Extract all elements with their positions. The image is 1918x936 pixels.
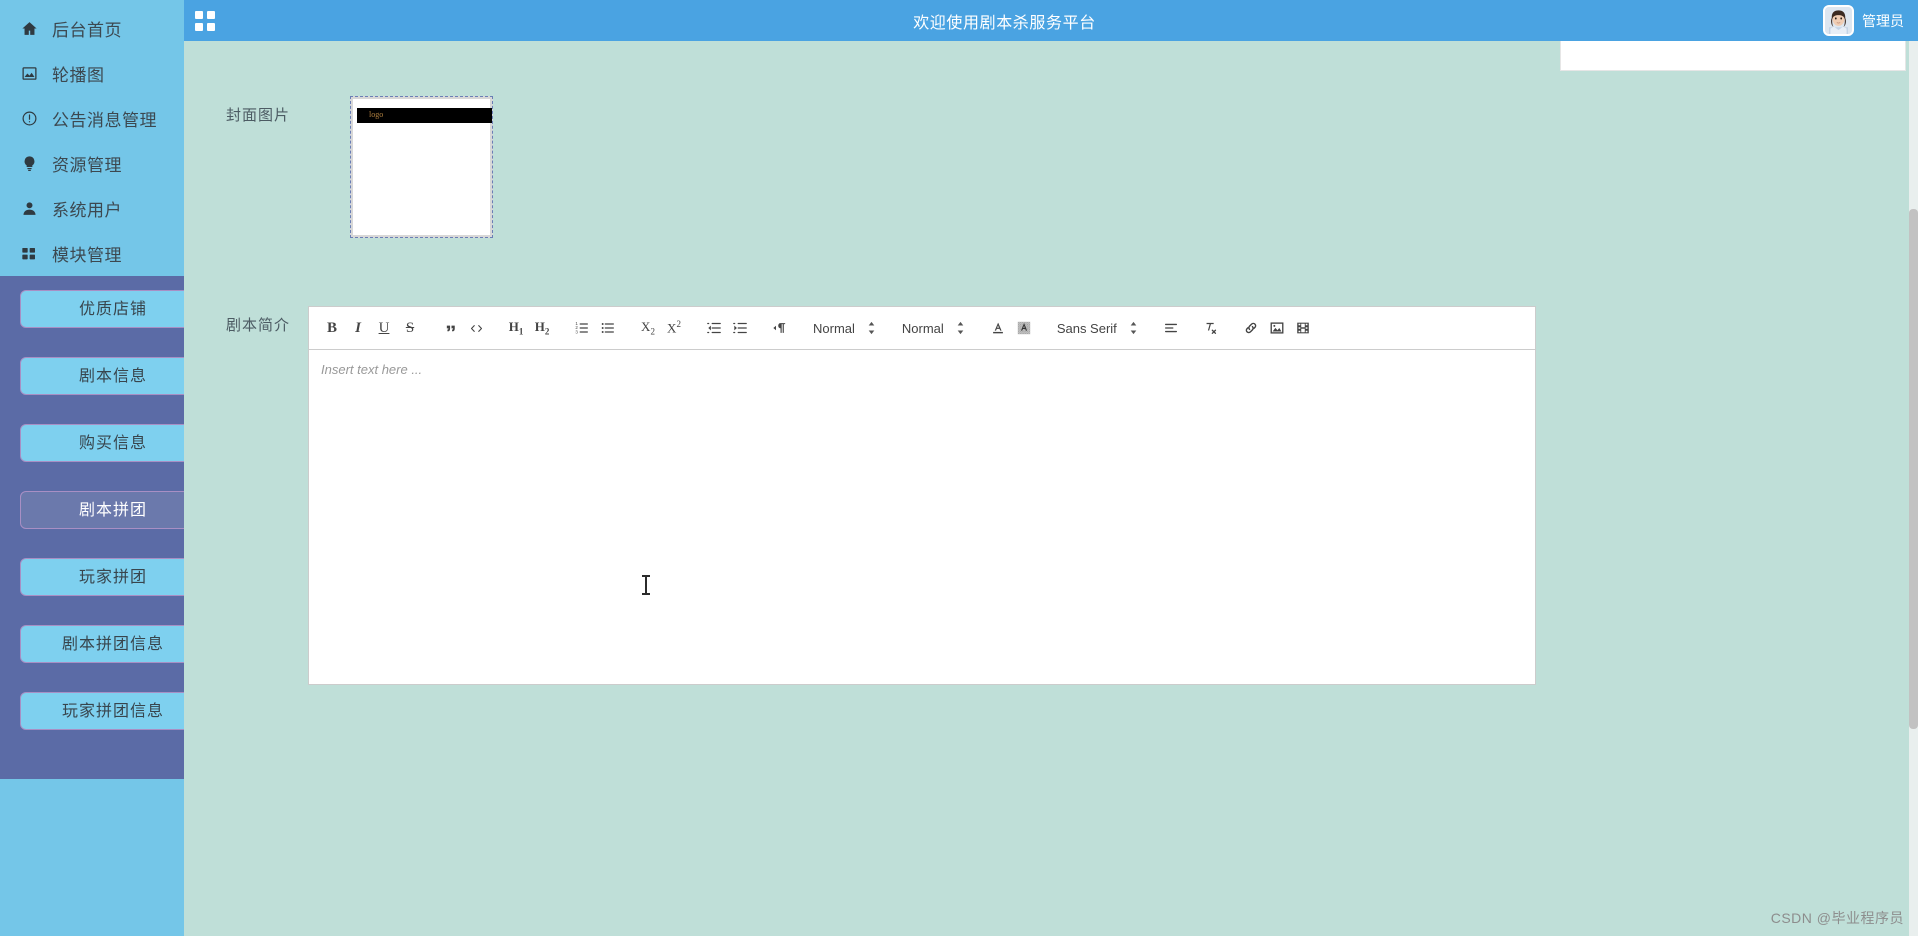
size-select-value: Normal xyxy=(813,320,855,336)
home-icon xyxy=(18,18,40,40)
avatar xyxy=(1823,5,1854,36)
h1-icon: H1 xyxy=(508,319,524,337)
header1-button[interactable]: H1 xyxy=(504,316,528,340)
sidebar-item-label: 模块管理 xyxy=(52,246,122,265)
submenu-item-player-group[interactable]: 玩家拼团 xyxy=(20,558,206,596)
font-select-value: Sans Serif xyxy=(1056,320,1117,336)
size-select[interactable]: Normal xyxy=(809,316,880,340)
header2-button[interactable]: H2 xyxy=(530,316,554,340)
indent-icon xyxy=(733,322,747,334)
top-white-panel xyxy=(1560,41,1906,71)
bold-icon: B xyxy=(326,319,337,336)
submenu-item-quality-shop[interactable]: 优质店铺 xyxy=(20,290,206,328)
align-icon xyxy=(1164,323,1177,333)
ordered-list-icon: 123 xyxy=(575,321,588,334)
text-color-icon xyxy=(992,322,1003,334)
strikethrough-icon: S xyxy=(405,319,415,336)
info-circle-icon xyxy=(18,108,40,130)
link-icon xyxy=(1245,322,1257,334)
user-icon xyxy=(18,198,40,220)
submenu-item-script-info[interactable]: 剧本信息 xyxy=(20,357,206,395)
updown-caret-icon xyxy=(867,321,876,335)
svg-text:3: 3 xyxy=(575,329,578,334)
italic-button[interactable]: I xyxy=(346,316,370,340)
sidebar-item-label: 公告消息管理 xyxy=(52,111,157,130)
background-color-button[interactable] xyxy=(1012,316,1036,340)
subscript-button[interactable]: X2 xyxy=(636,316,660,340)
intro-label: 剧本简介 xyxy=(226,317,291,334)
clear-format-button[interactable] xyxy=(1199,316,1223,340)
user-name: 管理员 xyxy=(1862,12,1904,29)
code-block-button[interactable] xyxy=(464,316,488,340)
scrollbar-thumb[interactable] xyxy=(1909,209,1918,729)
bullet-list-button[interactable] xyxy=(596,316,620,340)
outdent-icon xyxy=(707,322,721,334)
image-icon xyxy=(18,63,40,85)
editor-content-area[interactable]: Insert text here ... xyxy=(308,350,1536,685)
h2-icon: H2 xyxy=(534,319,550,337)
insert-video-button[interactable] xyxy=(1291,316,1315,340)
link-button[interactable] xyxy=(1239,316,1263,340)
user-profile[interactable]: 管理员 xyxy=(1823,5,1918,36)
cover-image-upload[interactable]: logo xyxy=(350,96,493,238)
text-direction-button[interactable] xyxy=(768,316,792,340)
app-root: 后台首页 轮播图 公告消息管理 资源管理 系统用户 模块管理 优质店铺 剧本信息… xyxy=(0,0,1918,936)
watermark: CSDN @毕业程序员 xyxy=(1770,910,1904,926)
bold-button[interactable]: B xyxy=(320,316,344,340)
updown-caret-icon xyxy=(1129,321,1138,335)
header-select[interactable]: Normal xyxy=(898,316,969,340)
blockquote-button[interactable] xyxy=(438,316,462,340)
vertical-scrollbar[interactable] xyxy=(1909,41,1918,936)
editor-placeholder: Insert text here ... xyxy=(321,362,423,377)
bullet-list-icon xyxy=(601,323,614,333)
submenu-item-script-group[interactable]: 剧本拼团 xyxy=(20,491,206,529)
rich-text-editor: B I U S H1 H2 123 X2 X2 Normal Normal Sa… xyxy=(308,306,1536,685)
text-color-button[interactable] xyxy=(986,316,1010,340)
sidebar-item-label: 后台首页 xyxy=(52,21,122,40)
sidebar-item-label: 资源管理 xyxy=(52,156,122,175)
italic-icon: I xyxy=(355,319,361,336)
underline-icon: U xyxy=(378,319,390,336)
background-color-icon xyxy=(1017,321,1031,335)
submenu-item-script-group-info[interactable]: 剧本拼团信息 xyxy=(20,625,206,663)
ordered-list-button[interactable]: 123 xyxy=(570,316,594,340)
superscript-icon: X2 xyxy=(667,319,681,336)
outdent-button[interactable] xyxy=(702,316,726,340)
font-select[interactable]: Sans Serif xyxy=(1053,316,1142,340)
submenu-item-purchase-info[interactable]: 购买信息 xyxy=(20,424,206,462)
indent-button[interactable] xyxy=(728,316,752,340)
video-icon xyxy=(1297,322,1309,334)
editor-toolbar: B I U S H1 H2 123 X2 X2 Normal Normal Sa… xyxy=(308,306,1536,350)
sidebar-item-label: 系统用户 xyxy=(52,201,122,220)
page-title: 欢迎使用剧本杀服务平台 xyxy=(913,14,1096,32)
header-select-value: Normal xyxy=(901,320,944,336)
align-button[interactable] xyxy=(1159,316,1183,340)
sidebar-item-label: 轮播图 xyxy=(52,66,105,85)
code-icon xyxy=(470,324,482,332)
image-icon xyxy=(1270,322,1284,334)
main-content: 封面图片 logo 剧本简介 B I U S H1 H2 1 2 3 X2 X2… xyxy=(184,41,1918,936)
cover-image-label: 封面图片 xyxy=(226,107,291,124)
bulb-icon xyxy=(18,153,40,175)
underline-button[interactable]: U xyxy=(372,316,396,340)
broken-image-alt: logo xyxy=(369,110,384,119)
broken-image-preview: logo xyxy=(353,99,492,235)
strike-button[interactable]: S xyxy=(398,316,422,340)
broken-image-bar: logo xyxy=(357,108,492,123)
insert-image-button[interactable] xyxy=(1265,316,1289,340)
superscript-button[interactable]: X2 xyxy=(662,316,686,340)
subscript-icon: X2 xyxy=(641,319,655,337)
text-direction-icon xyxy=(773,323,786,333)
grid-icon xyxy=(18,243,40,265)
clear-format-icon xyxy=(1206,322,1216,334)
quote-icon xyxy=(446,325,455,331)
updown-caret-icon xyxy=(956,321,965,335)
submenu-item-player-group-info[interactable]: 玩家拼团信息 xyxy=(20,692,206,730)
top-header: 欢迎使用剧本杀服务平台 管理员 xyxy=(184,0,1918,41)
